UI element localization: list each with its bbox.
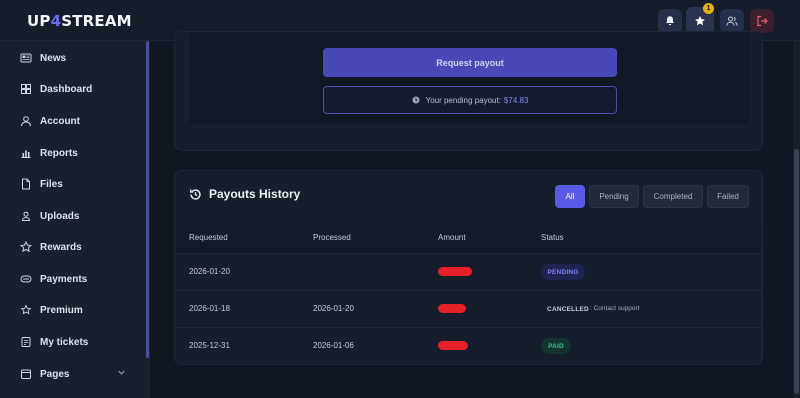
sidebar-item-pages[interactable]: Pages [20, 364, 130, 384]
column-header-amount: Amount [438, 233, 466, 242]
sidebar-item-label: Uploads [40, 210, 80, 222]
sidebar: News Dashboard Account Reports Files Upl… [0, 41, 150, 398]
payouts-history-card: Payouts History All Pending Completed Fa… [174, 170, 763, 365]
logout-button[interactable] [750, 9, 774, 33]
filter-all[interactable]: All [555, 185, 585, 208]
star-icon [695, 16, 705, 26]
sidebar-item-account[interactable]: Account [20, 111, 130, 131]
upload-user-icon [21, 211, 31, 221]
file-icon [22, 178, 30, 190]
bell-icon [666, 16, 674, 26]
sidebar-item-label: Reports [40, 147, 78, 159]
table-row: 2026-01-18 2026-01-20 CANCELLED : Contac… [176, 290, 761, 326]
redacted-amount [438, 341, 468, 350]
star-icon [20, 241, 32, 253]
sidebar-item-label: Pages [40, 368, 70, 380]
payouts-history-heading: Payouts History [189, 187, 300, 201]
pages-icon [21, 369, 31, 379]
request-payout-button[interactable]: Request payout [323, 48, 617, 77]
processed-cell: 2026-01-06 [313, 341, 354, 350]
users-button[interactable] [720, 9, 744, 33]
pending-payout-info: Your pending payout: $74.83 [323, 86, 617, 114]
newspaper-icon [20, 53, 32, 63]
dashboard-icon [21, 84, 31, 94]
page-scrollbar-thumb[interactable] [794, 149, 799, 394]
processed-cell: 2026-01-20 [313, 304, 354, 313]
table-row: 2025-12-31 2026-01-06 PAID [176, 327, 761, 363]
sidebar-item-label: Premium [40, 304, 83, 316]
chart-icon [21, 150, 31, 158]
status-badge: PAID [541, 338, 571, 354]
page-scrollbar[interactable] [793, 41, 800, 398]
table-row: 2026-01-20 PENDING [176, 253, 761, 289]
logout-icon [757, 15, 768, 27]
chevron-down-icon [118, 370, 125, 375]
filter-completed[interactable]: Completed [643, 185, 703, 208]
sidebar-item-label: Dashboard [40, 83, 93, 95]
logo-text-accent: 4 [50, 12, 62, 30]
sidebar-item-label: Payments [40, 273, 88, 285]
filter-failed[interactable]: Failed [707, 185, 749, 208]
payouts-history-title: Payouts History [209, 187, 301, 201]
user-icon [21, 116, 31, 127]
column-header-processed: Processed [313, 233, 351, 242]
sidebar-item-label: Account [40, 115, 80, 127]
app-logo[interactable]: UP4STREAM [27, 12, 132, 30]
pending-payout-amount: $74.83 [503, 95, 529, 105]
users-icon [726, 16, 738, 26]
sidebar-item-reports[interactable]: Reports [20, 143, 130, 163]
redacted-amount [438, 267, 472, 276]
sidebar-item-label: Files [40, 178, 63, 190]
filter-pending[interactable]: Pending [589, 185, 639, 208]
sidebar-item-label: Rewards [40, 241, 82, 253]
main-content: Request payout Your pending payout: $74.… [150, 31, 793, 398]
sidebar-item-premium[interactable]: Premium [20, 300, 130, 320]
history-icon [189, 188, 201, 200]
sidebar-item-label: My tickets [40, 336, 89, 348]
requested-cell: 2025-12-31 [189, 341, 230, 350]
money-icon [20, 275, 32, 283]
pending-payout-label: Your pending payout: [425, 95, 501, 105]
column-header-requested: Requested [189, 233, 228, 242]
logo-text-end: STREAM [61, 12, 132, 30]
sidebar-item-rewards[interactable]: Rewards [20, 237, 130, 257]
star-outline-icon [20, 304, 32, 315]
notifications-button[interactable] [658, 9, 682, 33]
requested-cell: 2026-01-20 [189, 267, 230, 276]
sidebar-item-payments[interactable]: Payments [20, 269, 130, 289]
column-header-status: Status [541, 233, 564, 242]
sidebar-item-my-tickets[interactable]: My tickets [20, 332, 130, 352]
status-badge: CANCELLED [547, 305, 589, 313]
sidebar-item-files[interactable]: Files [20, 174, 130, 194]
sidebar-item-uploads[interactable]: Uploads [20, 206, 130, 226]
redacted-amount [438, 304, 466, 313]
sidebar-item-news[interactable]: News [20, 48, 130, 68]
clock-icon [412, 96, 420, 104]
table-header: Requested Processed Amount Status [176, 223, 761, 253]
sidebar-item-dashboard[interactable]: Dashboard [20, 79, 130, 99]
sidebar-scrollbar[interactable] [146, 41, 149, 358]
status-note: : Contact support [590, 305, 640, 312]
ticket-icon [21, 337, 31, 347]
notification-badge: 1 [703, 3, 714, 14]
status-badge: PENDING [541, 264, 585, 280]
sidebar-item-label: News [40, 52, 67, 64]
logo-text-start: UP [27, 12, 51, 30]
payout-card: Request payout Your pending payout: $74.… [174, 31, 763, 151]
requested-cell: 2026-01-18 [189, 304, 230, 313]
